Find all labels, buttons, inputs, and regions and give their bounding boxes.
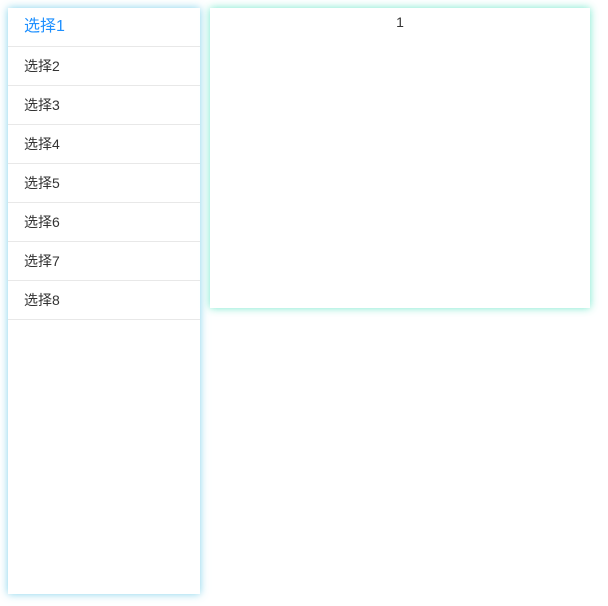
content-text: 1 — [396, 14, 404, 30]
nav-item-5[interactable]: 选择5 — [8, 164, 200, 203]
nav-item-label: 选择8 — [24, 292, 60, 308]
nav-item-label: 选择3 — [24, 97, 60, 113]
nav-item-label: 选择6 — [24, 214, 60, 230]
nav-item-3[interactable]: 选择3 — [8, 86, 200, 125]
nav-item-label: 选择7 — [24, 253, 60, 269]
nav-item-label: 选择1 — [24, 18, 65, 35]
nav-item-label: 选择5 — [24, 175, 60, 191]
content-panel: 1 — [210, 8, 590, 308]
nav-item-6[interactable]: 选择6 — [8, 203, 200, 242]
nav-item-2[interactable]: 选择2 — [8, 47, 200, 86]
nav-item-label: 选择2 — [24, 58, 60, 74]
nav-item-label: 选择4 — [24, 136, 60, 152]
nav-list: 选择1 选择2 选择3 选择4 选择5 选择6 选择7 选择8 — [8, 8, 200, 320]
nav-item-8[interactable]: 选择8 — [8, 281, 200, 320]
nav-item-1[interactable]: 选择1 — [8, 8, 200, 47]
nav-item-4[interactable]: 选择4 — [8, 125, 200, 164]
main-container: 选择1 选择2 选择3 选择4 选择5 选择6 选择7 选择8 — [0, 0, 608, 602]
nav-item-7[interactable]: 选择7 — [8, 242, 200, 281]
sidebar: 选择1 选择2 选择3 选择4 选择5 选择6 选择7 选择8 — [8, 8, 200, 594]
